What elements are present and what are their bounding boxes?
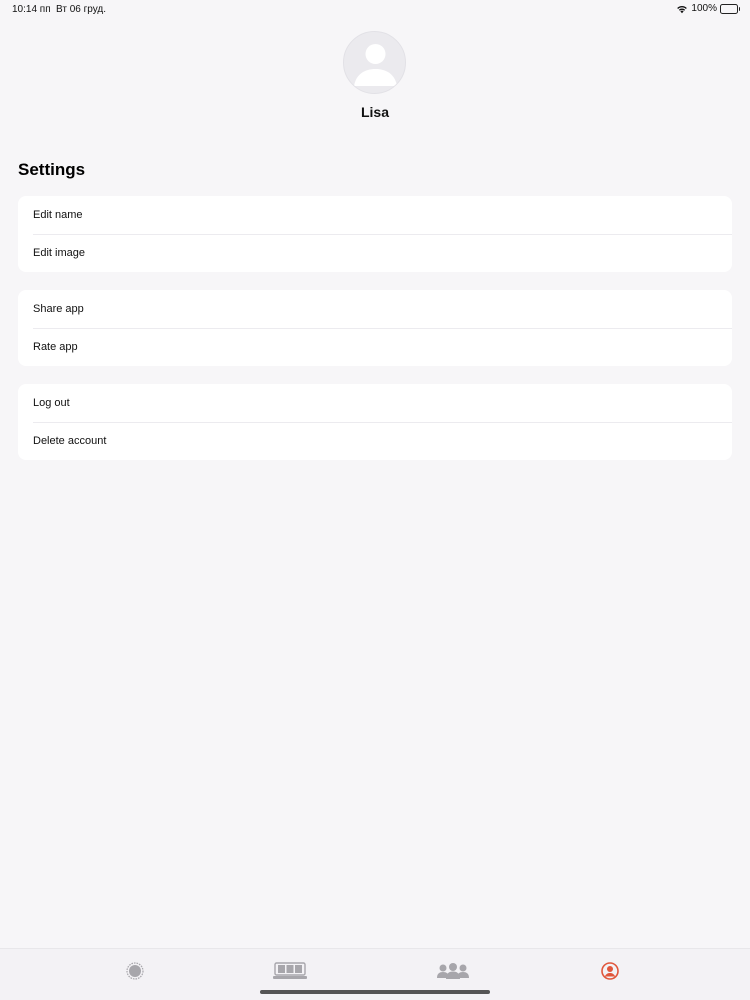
share-app-label: Share app [33, 303, 84, 315]
delete-account-row[interactable]: Delete account [18, 422, 732, 460]
radar-icon [126, 962, 144, 980]
status-time: 10:14 пп [12, 4, 51, 15]
status-bar: 10:14 пп Вт 06 груд. 100% [0, 0, 750, 18]
wifi-icon [677, 5, 688, 13]
settings-group-account: Log out Delete account [18, 384, 732, 460]
person-placeholder-icon [354, 44, 397, 86]
rate-app-row[interactable]: Rate app [18, 328, 732, 366]
settings-group-profile: Edit name Edit image [18, 196, 732, 272]
tab-profile[interactable] [590, 959, 630, 983]
settings-group-app: Share app Rate app [18, 290, 732, 366]
tab-slots[interactable] [270, 959, 310, 983]
log-out-row[interactable]: Log out [18, 384, 732, 422]
tab-bar [0, 948, 750, 1000]
rate-app-label: Rate app [33, 341, 78, 353]
group-icon [437, 963, 469, 979]
battery-percentage: 100% [691, 3, 717, 14]
battery-icon [720, 3, 740, 14]
profile-avatar[interactable] [343, 31, 406, 94]
tab-groups[interactable] [433, 959, 473, 983]
edit-name-row[interactable]: Edit name [18, 196, 732, 234]
settings-screen: 10:14 пп Вт 06 груд. 100% Lisa Settings … [0, 0, 750, 1000]
status-date: Вт 06 груд. [56, 4, 106, 15]
share-app-row[interactable]: Share app [18, 290, 732, 328]
delete-account-label: Delete account [33, 435, 107, 447]
profile-icon [601, 962, 619, 980]
slot-machine-icon [273, 962, 307, 979]
profile-name: Lisa [360, 104, 389, 120]
page-title: Settings [18, 160, 86, 179]
home-indicator [260, 990, 490, 994]
tab-radar[interactable] [115, 959, 155, 983]
edit-image-label: Edit image [33, 247, 85, 259]
edit-image-row[interactable]: Edit image [18, 234, 732, 272]
log-out-label: Log out [33, 397, 70, 409]
edit-name-label: Edit name [33, 209, 83, 221]
status-indicators: 100% [676, 3, 740, 14]
